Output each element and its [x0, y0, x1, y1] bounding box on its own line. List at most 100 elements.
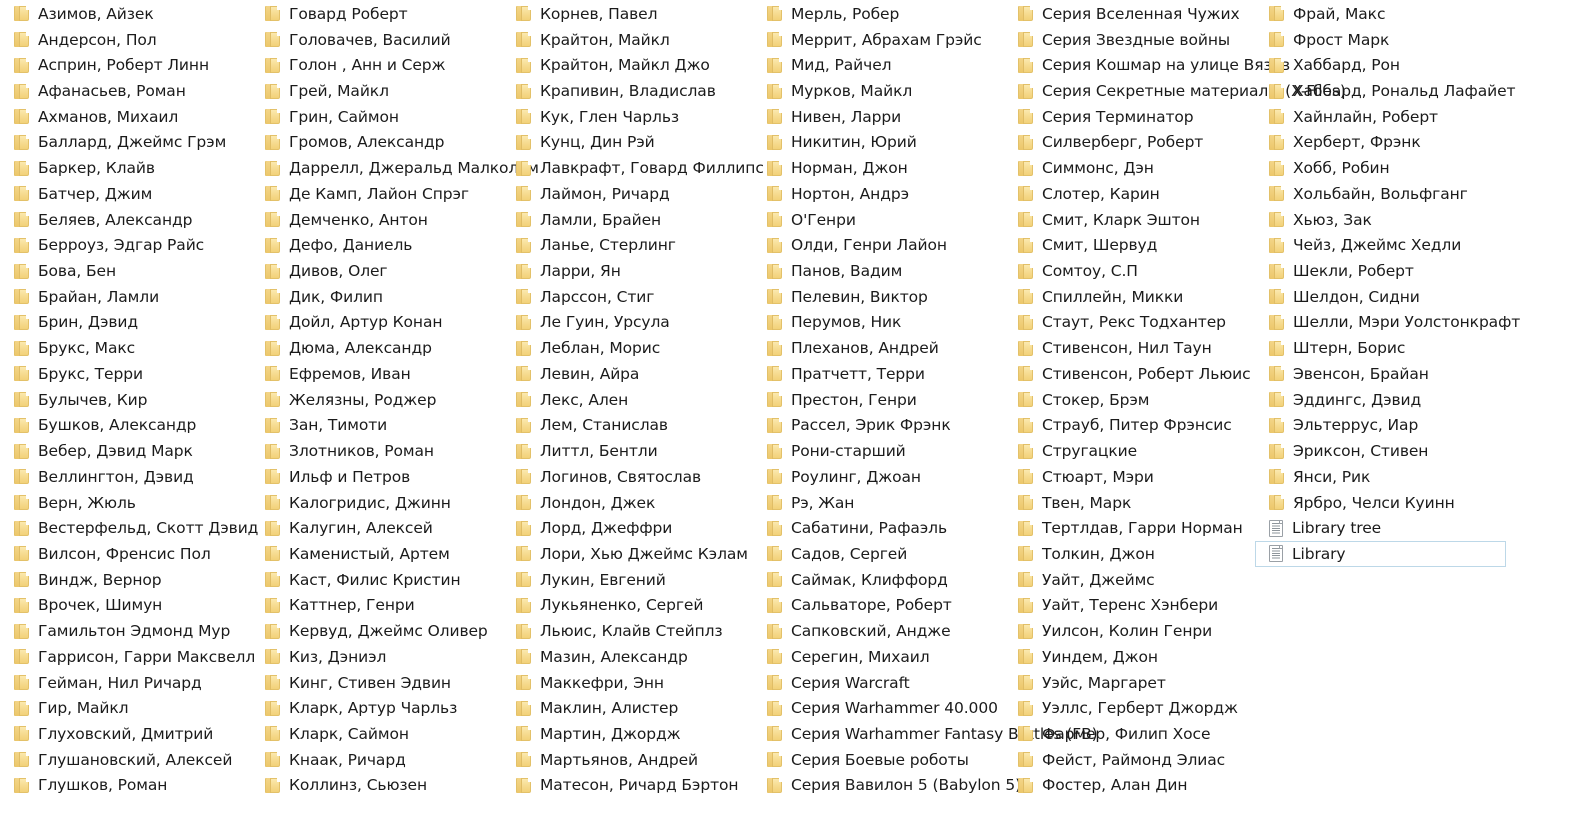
list-item[interactable]: Бушков, Александр — [0, 413, 251, 439]
list-item[interactable]: Даррелл, Джеральд Малкольм — [251, 155, 539, 181]
list-item[interactable]: Спиллейн, Микки — [1004, 284, 1255, 310]
list-item[interactable]: Серия Боевые роботы — [753, 747, 1004, 773]
list-item[interactable]: Бова, Бен — [0, 258, 251, 284]
list-item[interactable]: Уайт, Джеймс — [1004, 567, 1255, 593]
list-item[interactable]: Рассел, Эрик Фрэнк — [753, 413, 1004, 439]
list-item[interactable]: Уайт, Теренс Хэнбери — [1004, 593, 1255, 619]
list-item[interactable]: Вебер, Дэвид Марк — [0, 438, 251, 464]
list-item[interactable]: Уэйс, Маргарет — [1004, 670, 1255, 696]
list-item[interactable]: Говард Роберт — [251, 1, 502, 27]
list-item[interactable]: Кук, Глен Чарльз — [502, 104, 753, 130]
list-item[interactable]: Серегин, Михаил — [753, 644, 1004, 670]
list-item[interactable]: Уилсон, Колин Генри — [1004, 618, 1255, 644]
list-item[interactable]: Серия Звездные войны — [1004, 27, 1255, 53]
list-item[interactable]: Ефремов, Иван — [251, 361, 502, 387]
list-item[interactable]: Каменистый, Артем — [251, 541, 502, 567]
list-item[interactable]: Фейст, Раймонд Элиас — [1004, 747, 1255, 773]
list-item[interactable]: Мартьянов, Андрей — [502, 747, 753, 773]
list-item[interactable]: Садов, Сергей — [753, 541, 1004, 567]
list-item[interactable]: Ланье, Стерлинг — [502, 232, 753, 258]
list-item[interactable]: Литтл, Бентли — [502, 438, 753, 464]
list-item[interactable]: Лукин, Евгений — [502, 567, 753, 593]
list-item[interactable]: Левин, Айра — [502, 361, 753, 387]
list-item[interactable]: Веллингтон, Дэвид — [0, 464, 251, 490]
list-item[interactable]: Library — [1255, 541, 1506, 567]
list-item[interactable]: Фрост Марк — [1255, 27, 1506, 53]
list-item[interactable]: Брин, Дэвид — [0, 310, 251, 336]
list-item[interactable]: Серия Warhammer Fantasy Battles (FB) — [753, 721, 1098, 747]
list-item[interactable]: Никитин, Юрий — [753, 130, 1004, 156]
list-item[interactable]: Вилсон, Френсис Пол — [0, 541, 251, 567]
list-item[interactable]: Лукьяненко, Сергей — [502, 593, 753, 619]
list-item[interactable]: Норман, Джон — [753, 155, 1004, 181]
list-item[interactable]: Роулинг, Джоан — [753, 464, 1004, 490]
list-item[interactable]: О'Генри — [753, 207, 1004, 233]
list-item[interactable]: Пелевин, Виктор — [753, 284, 1004, 310]
list-item[interactable]: Лори, Хью Джеймс Кэлам — [502, 541, 753, 567]
list-item[interactable]: Ларри, Ян — [502, 258, 753, 284]
list-item[interactable]: Эльтеррус, Иар — [1255, 413, 1506, 439]
list-item[interactable]: Шекли, Роберт — [1255, 258, 1506, 284]
list-item[interactable]: Мартин, Джордж — [502, 721, 753, 747]
list-item[interactable]: Хаббард, Рональд Лафайет — [1255, 78, 1516, 104]
list-item[interactable]: Головачев, Василий — [251, 27, 502, 53]
list-item[interactable]: Дойл, Артур Конан — [251, 310, 502, 336]
list-item[interactable]: Эвенсон, Брайан — [1255, 361, 1506, 387]
list-item[interactable]: Зан, Тимоти — [251, 413, 502, 439]
list-item[interactable]: Глуховский, Дмитрий — [0, 721, 251, 747]
list-item[interactable]: Сабатини, Рафаэль — [753, 515, 1004, 541]
list-item[interactable]: Серия Вселенная Чужих — [1004, 1, 1255, 27]
list-item[interactable]: Стюарт, Мэри — [1004, 464, 1255, 490]
list-item[interactable]: Уэллс, Герберт Джордж — [1004, 695, 1255, 721]
list-item[interactable]: Силверберг, Роберт — [1004, 130, 1255, 156]
list-item[interactable]: Баллард, Джеймс Грэм — [0, 130, 251, 156]
list-item[interactable]: Смит, Шервуд — [1004, 232, 1255, 258]
list-item[interactable]: Стивенсон, Нил Таун — [1004, 335, 1255, 361]
list-item[interactable]: Калугин, Алексей — [251, 515, 502, 541]
list-item[interactable]: Стаут, Рекс Тодхантер — [1004, 310, 1255, 336]
list-item[interactable]: Стивенсон, Роберт Льюис — [1004, 361, 1255, 387]
list-item[interactable]: Лондон, Джек — [502, 490, 753, 516]
list-item[interactable]: Грин, Саймон — [251, 104, 502, 130]
list-item[interactable]: Афанасьев, Роман — [0, 78, 251, 104]
list-item[interactable]: Каст, Филис Кристин — [251, 567, 502, 593]
list-item[interactable]: Сапковский, Андже — [753, 618, 1004, 644]
list-item[interactable]: Гир, Майкл — [0, 695, 251, 721]
list-item[interactable]: Лекс, Ален — [502, 387, 753, 413]
list-item[interactable]: Дефо, Даниель — [251, 232, 502, 258]
list-item[interactable]: Кнаак, Ричард — [251, 747, 502, 773]
list-item[interactable]: Асприн, Роберт Линн — [0, 52, 251, 78]
list-item[interactable]: Глушков, Роман — [0, 773, 251, 799]
list-item[interactable]: Штерн, Борис — [1255, 335, 1506, 361]
list-item[interactable]: Эриксон, Стивен — [1255, 438, 1506, 464]
list-item[interactable]: Киз, Дэниэл — [251, 644, 502, 670]
list-item[interactable]: Брайан, Ламли — [0, 284, 251, 310]
list-item[interactable]: Матесон, Ричард Бэртон — [502, 773, 753, 799]
list-item[interactable]: Нортон, Андрэ — [753, 181, 1004, 207]
list-item[interactable]: Виндж, Вернор — [0, 567, 251, 593]
list-item[interactable]: Гейман, Нил Ричард — [0, 670, 251, 696]
list-item[interactable]: Чейз, Джеймс Хедли — [1255, 232, 1506, 258]
list-item[interactable]: Калогридис, Джинн — [251, 490, 502, 516]
list-item[interactable]: Кларк, Артур Чарльз — [251, 695, 502, 721]
list-item[interactable]: Каттнер, Генри — [251, 593, 502, 619]
list-item[interactable]: Гаррисон, Гарри Максвелл — [0, 644, 255, 670]
list-item[interactable]: Хайнлайн, Роберт — [1255, 104, 1506, 130]
list-item[interactable]: Олди, Генри Лайон — [753, 232, 1004, 258]
list-item[interactable]: Грей, Майкл — [251, 78, 502, 104]
list-item[interactable]: Кунц, Дин Рэй — [502, 130, 753, 156]
list-item[interactable]: Тертлдав, Гарри Норман — [1004, 515, 1255, 541]
list-item[interactable]: Мерль, Робер — [753, 1, 1004, 27]
list-item[interactable]: Азимов, Айзек — [0, 1, 251, 27]
list-item[interactable]: Нивен, Ларри — [753, 104, 1004, 130]
list-item[interactable]: Дюма, Александр — [251, 335, 502, 361]
list-item[interactable]: Смит, Кларк Эштон — [1004, 207, 1255, 233]
list-item[interactable]: Шелдон, Сидни — [1255, 284, 1506, 310]
list-item[interactable]: Стругацкие — [1004, 438, 1255, 464]
list-item[interactable]: Серия Терминатор — [1004, 104, 1255, 130]
list-item[interactable]: Логинов, Святослав — [502, 464, 753, 490]
list-item[interactable]: Лаймон, Ричард — [502, 181, 753, 207]
list-item[interactable]: Серия Warhammer 40.000 — [753, 695, 1004, 721]
list-item[interactable]: Корнев, Павел — [502, 1, 753, 27]
list-item[interactable]: Серия Warcraft — [753, 670, 1004, 696]
